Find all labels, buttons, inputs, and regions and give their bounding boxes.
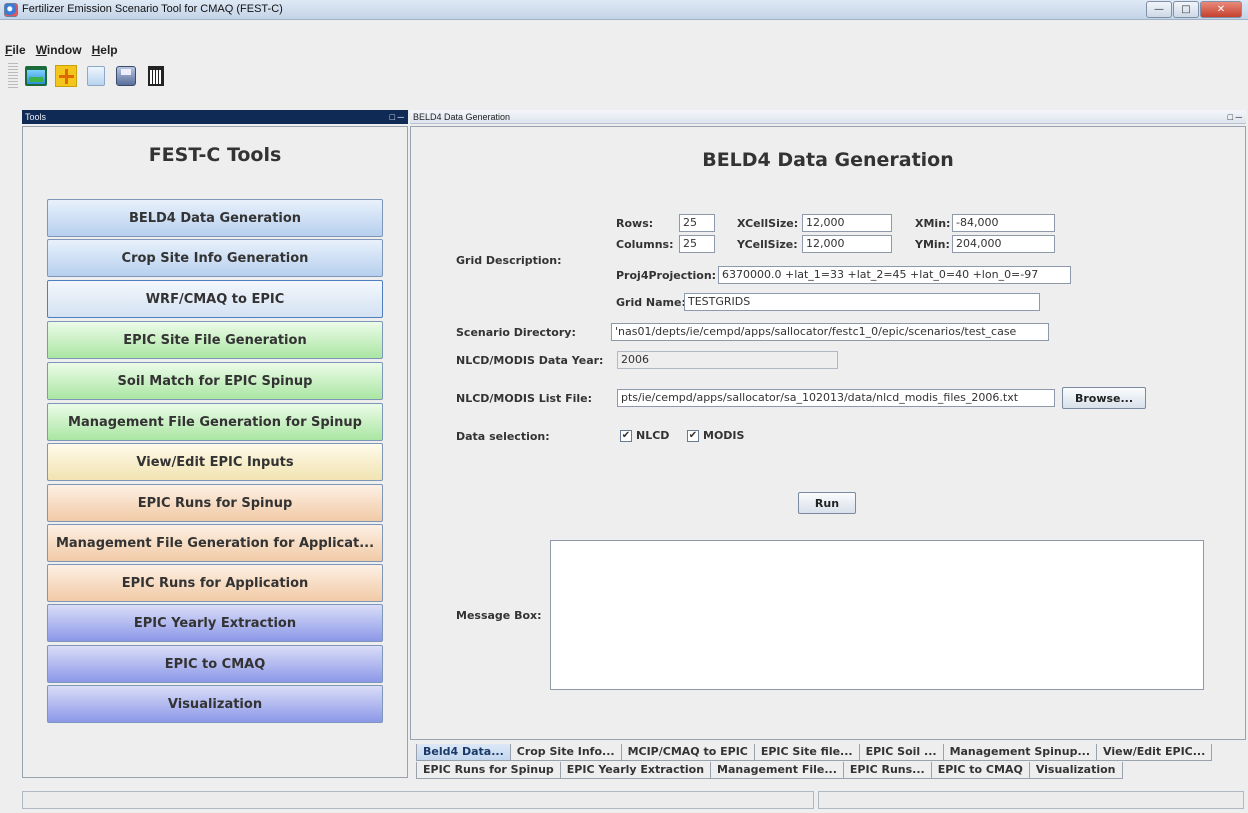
- tool-soil-match[interactable]: Soil Match for EPIC Spinup: [47, 362, 383, 400]
- menu-window[interactable]: Window: [31, 41, 87, 59]
- save-icon: [116, 66, 136, 86]
- rows-label: Rows:: [616, 217, 654, 230]
- copy-button[interactable]: [82, 62, 110, 90]
- menu-file[interactable]: File: [0, 41, 31, 59]
- tab-epic-yearly-extraction[interactable]: EPIC Yearly Extraction: [560, 762, 712, 779]
- delete-button[interactable]: [142, 62, 170, 90]
- main-panel-header: BELD4 Data Generation □ ─: [410, 110, 1246, 124]
- grid-name-field[interactable]: TESTGRIDS: [684, 293, 1040, 311]
- status-field-right: [818, 791, 1244, 809]
- rows-field[interactable]: 25: [679, 214, 715, 232]
- xcellsize-field[interactable]: 12,000: [802, 214, 892, 232]
- window-controls: — □ ✕: [1145, 1, 1242, 18]
- proj4-label: Proj4Projection:: [616, 269, 717, 282]
- toolbar-grip[interactable]: [8, 63, 18, 89]
- minimize-icon[interactable]: —: [1146, 1, 1172, 18]
- open-icon: [25, 66, 47, 86]
- trash-icon: [148, 66, 164, 86]
- tools-panel-header-label: Tools: [25, 112, 47, 122]
- columns-label: Columns:: [616, 238, 674, 251]
- menu-bar: File Window Help: [0, 41, 123, 59]
- nlcd-checkbox[interactable]: ✔ NLCD: [620, 429, 669, 442]
- data-year-field[interactable]: 2006: [617, 351, 838, 369]
- save-button[interactable]: [112, 62, 140, 90]
- data-selection-label: Data selection:: [456, 430, 550, 443]
- main-panel-header-label: BELD4 Data Generation: [413, 112, 511, 122]
- list-file-field[interactable]: pts/ie/cempd/apps/sallocator/sa_102013/d…: [617, 389, 1055, 407]
- tab-view-edit-epic[interactable]: View/Edit EPIC...: [1097, 744, 1213, 761]
- message-box-label: Message Box:: [456, 609, 542, 622]
- list-file-label: NLCD/MODIS List File:: [456, 392, 593, 405]
- tool-wrf-cmaq-to-epic[interactable]: WRF/CMAQ to EPIC: [47, 280, 383, 318]
- page-title: BELD4 Data Generation: [702, 149, 954, 171]
- tool-view-edit-epic[interactable]: View/Edit EPIC Inputs: [47, 443, 383, 481]
- panel-float-icon[interactable]: □ ─: [390, 110, 404, 124]
- ymin-field[interactable]: 204,000: [952, 235, 1055, 253]
- title-bar: Fertilizer Emission Scenario Tool for CM…: [0, 0, 1248, 20]
- panel-float-icon[interactable]: □ ─: [1228, 110, 1242, 124]
- tool-epic-runs-application[interactable]: EPIC Runs for Application: [47, 564, 383, 602]
- tab-management-spinup[interactable]: Management Spinup...: [943, 744, 1098, 761]
- data-year-label: NLCD/MODIS Data Year:: [456, 354, 604, 367]
- tools-panel: FEST-C Tools BELD4 Data Generation Crop …: [22, 126, 408, 778]
- ycellsize-label: YCellSize:: [737, 238, 798, 251]
- ymin-label: YMin:: [915, 238, 950, 251]
- tab-epic-to-cmaq[interactable]: EPIC to CMAQ: [931, 762, 1030, 779]
- tab-mcip-cmaq-to-epic[interactable]: MCIP/CMAQ to EPIC: [621, 744, 755, 761]
- close-icon[interactable]: ✕: [1200, 1, 1242, 18]
- open-button[interactable]: [22, 62, 50, 90]
- main-panel: BELD4 Data Generation Grid Description: …: [410, 126, 1246, 740]
- app-icon: [4, 3, 18, 17]
- tool-epic-to-cmaq[interactable]: EPIC to CMAQ: [47, 645, 383, 683]
- window-title: Fertilizer Emission Scenario Tool for CM…: [22, 3, 283, 15]
- grid-name-label: Grid Name:: [616, 296, 686, 309]
- xmin-field[interactable]: -84,000: [952, 214, 1055, 232]
- tab-row-1: Beld4 Data... Crop Site Info... MCIP/CMA…: [416, 744, 1213, 761]
- modis-checkbox[interactable]: ✔ MODIS: [687, 429, 744, 442]
- proj4-field[interactable]: 6370000.0 +lat_1=33 +lat_2=45 +lat_0=40 …: [718, 266, 1071, 284]
- tool-management-spinup[interactable]: Management File Generation for Spinup: [47, 403, 383, 441]
- tool-beld4-data-generation[interactable]: BELD4 Data Generation: [47, 199, 383, 237]
- xcellsize-label: XCellSize:: [737, 217, 799, 230]
- tab-crop-site-info[interactable]: Crop Site Info...: [510, 744, 622, 761]
- maximize-icon[interactable]: □: [1173, 1, 1199, 18]
- copy-icon: [87, 66, 105, 86]
- tab-visualization[interactable]: Visualization: [1029, 762, 1123, 779]
- add-button[interactable]: [52, 62, 80, 90]
- ycellsize-field[interactable]: 12,000: [802, 235, 892, 253]
- run-button[interactable]: Run: [798, 492, 856, 514]
- tab-epic-site-file[interactable]: EPIC Site file...: [754, 744, 860, 761]
- tools-title: FEST-C Tools: [148, 144, 282, 166]
- tool-epic-site-file[interactable]: EPIC Site File Generation: [47, 321, 383, 359]
- toolbar: [0, 60, 172, 92]
- tool-epic-yearly-extraction[interactable]: EPIC Yearly Extraction: [47, 604, 383, 642]
- checkbox-checked-icon: ✔: [687, 429, 699, 442]
- tab-row-2: EPIC Runs for Spinup EPIC Yearly Extract…: [416, 762, 1123, 779]
- status-field-left: [22, 791, 814, 809]
- tool-visualization[interactable]: Visualization: [47, 685, 383, 723]
- tab-epic-soil[interactable]: EPIC Soil ...: [859, 744, 944, 761]
- tab-epic-runs[interactable]: EPIC Runs...: [843, 762, 932, 779]
- scenario-directory-label: Scenario Directory:: [456, 326, 576, 339]
- tab-epic-runs-spinup[interactable]: EPIC Runs for Spinup: [416, 762, 561, 779]
- tab-management-file[interactable]: Management File...: [711, 762, 844, 779]
- add-icon: [55, 65, 77, 87]
- columns-field[interactable]: 25: [679, 235, 715, 253]
- nlcd-label: NLCD: [636, 429, 670, 442]
- xmin-label: XMin:: [915, 217, 951, 230]
- message-box[interactable]: [550, 540, 1204, 690]
- grid-description-label: Grid Description:: [456, 254, 562, 267]
- scenario-directory-field[interactable]: 'nas01/depts/ie/cempd/apps/sallocator/fe…: [611, 323, 1049, 341]
- browse-button[interactable]: Browse...: [1062, 387, 1146, 409]
- tools-panel-header: Tools □ ─: [22, 110, 408, 124]
- tab-beld4-data[interactable]: Beld4 Data...: [416, 744, 511, 761]
- modis-label: MODIS: [703, 429, 745, 442]
- tool-epic-runs-spinup[interactable]: EPIC Runs for Spinup: [47, 484, 383, 522]
- menu-help[interactable]: Help: [87, 41, 123, 59]
- tool-crop-site-info[interactable]: Crop Site Info Generation: [47, 239, 383, 277]
- tool-management-application[interactable]: Management File Generation for Applicat.…: [47, 524, 383, 562]
- checkbox-checked-icon: ✔: [620, 429, 632, 442]
